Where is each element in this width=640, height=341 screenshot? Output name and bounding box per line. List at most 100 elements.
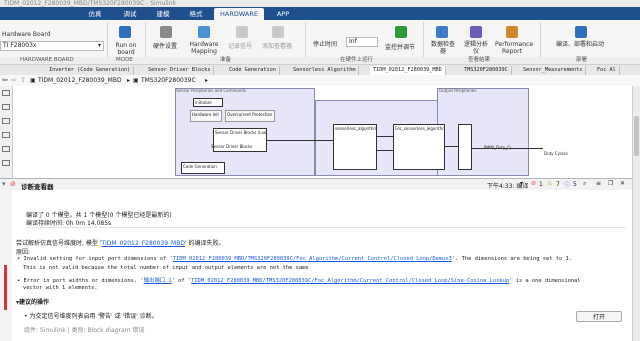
overcurrent-protection-block[interactable]: Overcurrent Protection Logic [225,110,275,122]
model-canvas[interactable]: Sensor Peripherals and Commands Output P… [13,86,632,181]
doc-tab[interactable]: TMS320F280039C [461,66,512,75]
open-button[interactable]: 打开 [576,311,622,322]
group-label-mode: MODE [116,57,133,63]
hardware-init-block[interactable]: Hardware Init [190,110,222,122]
error-2-tail: ' is a one dimensional [509,278,581,284]
warning-count: 7 [556,181,560,188]
signal-line [472,148,543,149]
annotation-icon[interactable] [2,132,10,138]
ribbon-group-labels: HARDWARE BOARD MODE 准备 在硬件上运行 查看结果 部署 [0,57,640,64]
scrollbar-thumb[interactable] [634,116,639,156]
area-icon[interactable] [2,160,10,166]
ribbon-tab-strip: 仿真 调试 建模 格式 HARDWARE APP [0,7,640,20]
hardware-mapping-button[interactable]: Hardware Mapping [186,41,222,55]
fit-view-icon[interactable] [2,104,10,110]
doc-tab[interactable]: Sensor_Measurements [520,66,587,75]
error-1-line2: This is not valid because the total numb… [23,265,309,271]
tab-app[interactable]: APP [268,8,298,20]
error-2-link[interactable]: TIDM_02012_F280039_MBD/TMS320F280039C/Fo… [191,278,509,284]
initialize-block[interactable]: initialize [193,98,223,107]
forward-arrow-icon[interactable]: ⇨ [11,76,17,84]
foc-algorithm-block[interactable]: Foc_sensorless_algorithm [393,124,445,170]
error-2-text: Error in port widths or dimensions. ' [23,278,144,284]
tab-debug[interactable]: 调试 [115,8,145,20]
info-count: 5 [573,181,577,188]
group-label-deploy: 部署 [576,57,588,63]
data-inspector-button[interactable]: 数据检查器 [430,41,456,55]
breadcrumb-model[interactable]: TIDM_02012_F280039_MBD [38,77,122,84]
suggested-actions-header[interactable]: ▾建议的操作 [16,297,49,306]
stop-time-label: 停止时间 [313,41,338,48]
group-separator [423,22,424,60]
logic-analyzer-icon [470,26,482,38]
signal-line [377,136,393,137]
failure-message: 尝试解析仿真信号维度时, 模型 'TIDM_02012_F280039_MBD'… [16,238,225,247]
subsystem-icon: ▣ [133,77,139,84]
chevron-down-icon[interactable]: ▾ [520,180,523,187]
doc-tab[interactable]: Sensor Driver Blocks [145,66,215,75]
error-icon: ⊘ [10,180,16,188]
back-arrow-icon[interactable]: ⇦ [2,76,8,84]
error-1: • Invalid setting for input port dimensi… [17,256,572,262]
suggested-action-text: 为交定信号维度列表启用 '警告' 或 '错误' 诊断。 [29,313,158,320]
stop-time-input[interactable]: Inf [346,37,378,47]
group-label-review-results: 查看结果 [468,57,491,63]
collapse-icon[interactable]: ▾ [2,180,6,188]
doc-tab[interactable]: Sensorless Algorithm [290,66,360,75]
warning-count-icon[interactable]: ⚠ [547,180,552,187]
run-on-board-button[interactable]: Run on board [113,42,139,56]
window-title: TIDM_02012_F280039_MBD/TMS320F280039C - … [4,0,176,7]
mux-block[interactable] [458,124,472,170]
hardware-settings-button[interactable]: 硬件设置 [153,41,177,50]
image-icon[interactable] [2,146,10,152]
signal-line [377,150,393,151]
tab-modeling[interactable]: 建模 [148,8,178,20]
undock-icon[interactable]: ❐ [608,180,613,187]
output-peripherals-label: Output Peripherals [439,88,477,93]
sensorless-algorithm-block[interactable]: sensorless_algorithm [333,124,377,170]
run-on-board-icon[interactable] [119,26,131,38]
logic-analyzer-button[interactable]: 逻辑分析仪 [463,41,489,55]
breadcrumb-separator: ▸ [127,77,131,84]
error-count-icon[interactable]: ⊘ [531,180,536,187]
signal-line [445,146,458,147]
doc-tab[interactable]: Foc Al [594,66,620,75]
menu-icon[interactable]: ≡ [596,180,601,187]
tab-format[interactable]: 格式 [181,8,211,20]
error-2-mid: ' of ' [171,278,192,284]
error-2-port-link[interactable]: 输出端口 1 [144,278,172,284]
doc-tab[interactable]: Code Generation [226,66,280,75]
error-2-line2: vector with 1 elements. [23,285,98,291]
error-1-tail: '. The dimensions are being set to 1. [451,256,572,262]
suggested-action: • 为交定信号维度列表启用 '警告' 或 '错误' 诊断。 [24,313,158,320]
doc-tab[interactable]: Inverter (Code Generation) [46,66,135,75]
hardware-board-select[interactable]: TI F28003x ▾ [0,41,104,51]
error-1-link[interactable]: TIDM_02012_F280039_MBD/TMS320F280039C/Fo… [173,256,452,262]
add-viewer-button[interactable]: 添加查看器 [262,41,292,50]
code-generation-block[interactable]: Code Generation [181,162,225,174]
monitor-tune-icon [395,26,407,38]
vertical-scrollbar[interactable] [632,86,640,341]
diagnostic-body: 编译了 0 个模型。共 1 个模型(0 个模型已经是最新的) 编译持续时间: 0… [12,190,632,341]
up-arrow-icon[interactable]: ⇧ [20,76,26,84]
info-count-icon[interactable]: ⓘ [564,180,570,189]
arrow-icon[interactable] [2,118,10,124]
log-signal-button[interactable]: 记录信号 [228,41,252,50]
monitor-tune-button[interactable]: 监控并调节 [385,42,415,51]
pwm-duty-cycles-label: PWM_Duty_Cycles [483,144,511,162]
duty-cycles-label: Duty Cycles [544,151,568,156]
build-deploy-start-button[interactable]: 编译、部署和启动 [556,41,604,48]
close-icon[interactable]: ✕ [620,180,625,187]
performance-report-button[interactable]: Performance Report [495,41,533,55]
build-deploy-icon [575,26,587,38]
tab-hardware[interactable]: HARDWARE [214,8,264,20]
group-separator [145,22,146,60]
tab-simulation[interactable]: 仿真 [78,8,112,20]
error-2: • Error in port widths or dimensions. '输… [17,278,581,284]
search-icon[interactable]: ⌕ [583,180,586,188]
failed-model-link[interactable]: TIDM_02012_F280039_MBD [101,240,185,247]
zoom-icon[interactable] [2,90,10,96]
doc-tab-active[interactable]: TIDM_02012_F280039_MBD [370,66,446,75]
breadcrumb-subsystem[interactable]: TMS320F280039C [141,77,196,84]
signal-line [267,140,333,141]
